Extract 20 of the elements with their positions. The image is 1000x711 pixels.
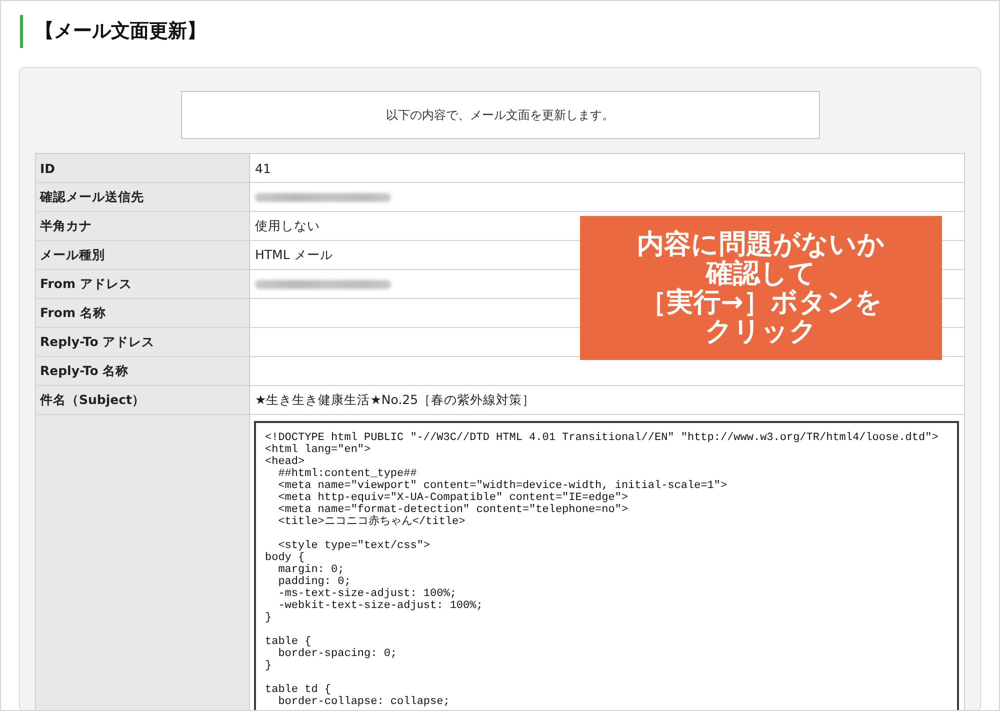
- callout-text: 確認して: [706, 259, 816, 288]
- field-label: メール種別: [40, 246, 105, 264]
- callout-text: クリック: [705, 317, 817, 346]
- field-value: 使用しない: [255, 218, 320, 234]
- field-label: Reply-To アドレス: [40, 334, 155, 350]
- field-label: ID: [40, 160, 56, 176]
- field-label: From アドレス: [40, 276, 132, 292]
- callout-text: 内容に問題がないか: [637, 230, 885, 259]
- callout-text: ［実行→］ボタンを: [640, 288, 882, 317]
- field-label: From 名称: [40, 304, 106, 322]
- field-label: 半角カナ: [40, 218, 92, 234]
- notice-message: 以下の内容で、メール文面を更新します。: [180, 91, 820, 139]
- field-label: 確認メール送信先: [40, 188, 144, 206]
- field-value: ★生き生き健康生活★No.25［春の紫外線対策］: [255, 392, 536, 408]
- html-source-field[interactable]: <!DOCTYPE html PUBLIC "-//W3C//DTD HTML 4.01 Transitional//EN" "http://www.w3.org/TR/html4/loose.dtd"> <html lang="en"> <head> ##html:content_type## <meta name="viewport" content="width=device-width, initial-scale=1"> <meta http-equiv="X-UA-Compatible" content="IE=edge"> <meta name="format-detection" content="telephone=no"> <title>ニコニコ赤ちゃん</title> <style type="text/css"> body { margin: 0; padding: 0; -ms-text-size-adjust: 100%; -webkit-text-size-adjust: 100%; } table { border-spacing: 0; } table td { border-collapse: collapse;: [254, 421, 959, 710]
- field-value: HTML メール: [255, 246, 333, 264]
- field-label: 件名（Subject）: [40, 392, 145, 408]
- field-label: Reply-To 名称: [40, 362, 129, 380]
- page-title: 【メール文面更新】: [20, 15, 206, 48]
- field-value: 41: [255, 160, 271, 176]
